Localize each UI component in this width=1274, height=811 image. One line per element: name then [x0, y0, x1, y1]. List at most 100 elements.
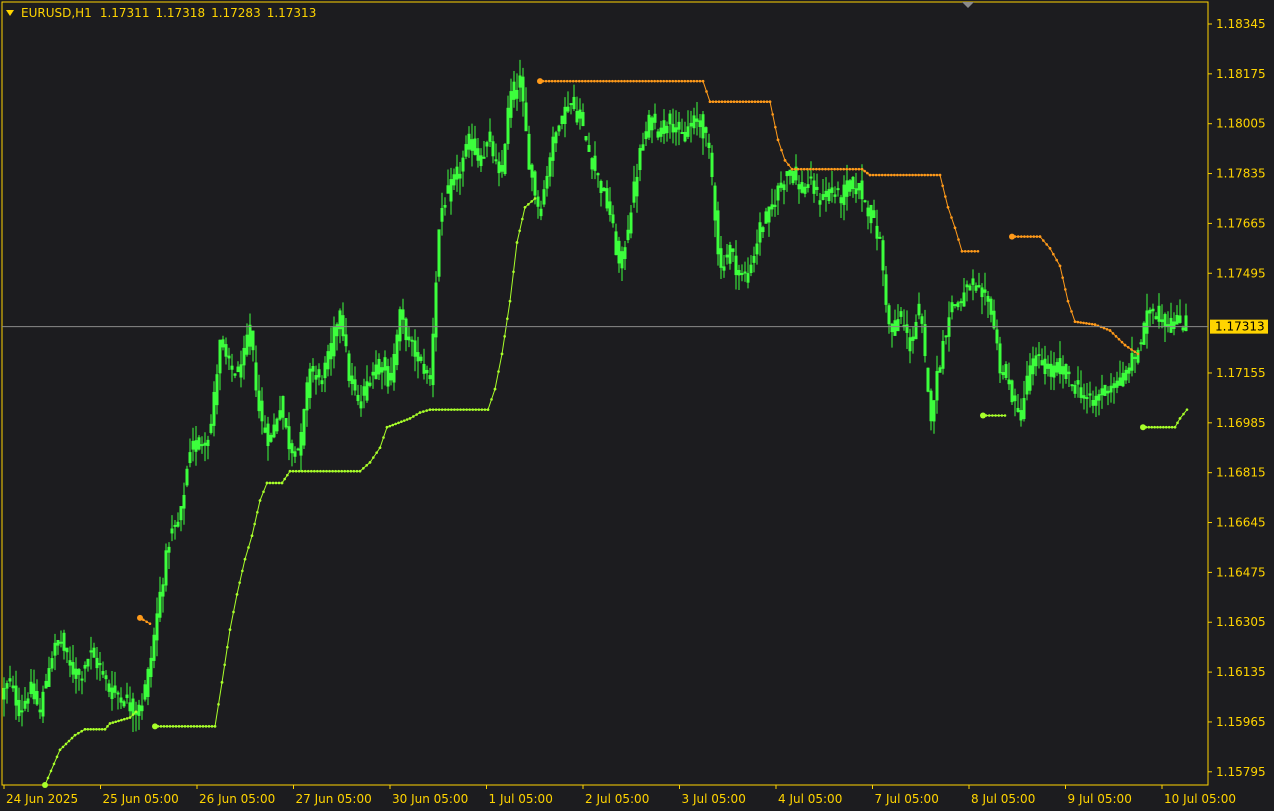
trailing-stop-up-dot: [303, 469, 307, 473]
trailing-stop-up-dot: [331, 469, 334, 473]
candle-body: [383, 357, 387, 371]
trailing-stop-up-dot: [358, 469, 362, 473]
trailing-stop-down-dot: [145, 620, 148, 624]
candle-body: [410, 339, 414, 342]
candle-body: [239, 364, 243, 378]
candle-body: [107, 683, 111, 692]
candle-body: [731, 248, 735, 252]
candle-body: [812, 180, 816, 194]
trailing-stop-down-dot: [1082, 321, 1085, 325]
trailing-stop-up-dot: [1159, 425, 1162, 429]
trailing-stop-up-dot: [382, 436, 385, 439]
trailing-stop-up-dot: [408, 417, 412, 420]
trailing-stop-up-dot: [247, 546, 250, 549]
trailing-stop-down-dot: [605, 79, 608, 83]
candle-body: [191, 440, 195, 450]
trailing-stop-up-dot: [83, 727, 87, 731]
chart-menu-triangle-icon[interactable]: [6, 10, 14, 16]
y-axis-tick-label: 1.16815: [1216, 466, 1266, 480]
candle-body: [587, 145, 591, 152]
candle-body: [92, 647, 96, 658]
candle-body: [1046, 363, 1050, 369]
trailing-stop-down-dot: [957, 238, 960, 241]
candle-body: [386, 366, 390, 387]
trailing-stop-up-dot: [256, 510, 259, 514]
candle-body: [1163, 314, 1167, 328]
candle-body: [482, 156, 486, 159]
trailing-stop-up-dot: [128, 716, 132, 719]
trailing-stop-down-dot: [1029, 235, 1032, 238]
candle-body: [83, 664, 87, 669]
trailing-stop-down-dot: [833, 167, 836, 171]
price-chart[interactable]: 1.18345 1.18175 1.18005 1.17835 1.17665 1.174…: [0, 0, 1274, 811]
trailing-stop-down-dot: [720, 100, 724, 104]
candle-body: [734, 255, 738, 276]
candle-body: [668, 113, 672, 125]
trailing-stop-up-dot: [89, 727, 93, 731]
trailing-stop-up-dot: [241, 569, 244, 573]
trailing-stop-up-dot: [402, 419, 406, 422]
trailing-stop-down-dot: [577, 79, 581, 83]
trailing-stop-down-start-marker: [537, 78, 543, 85]
trailing-stop-up-dot: [425, 409, 428, 412]
trailing-stop-down-dot: [824, 167, 827, 171]
trailing-stop-up-dot: [253, 522, 256, 526]
candle-body: [74, 668, 78, 679]
trailing-stop-down-dot: [1058, 264, 1062, 268]
trailing-stop-up-dot: [1003, 414, 1007, 417]
trailing-stop-down-dot: [963, 249, 967, 253]
trailing-stop-down-dot: [799, 167, 803, 171]
candle-body: [428, 375, 432, 380]
trailing-stop-up-dot: [431, 408, 435, 411]
trailing-stop-up-dot: [1173, 425, 1177, 429]
trailing-stop-down-dot: [653, 79, 657, 83]
trailing-stop-down-dot: [711, 100, 715, 104]
trailing-stop-down-dot: [1105, 327, 1109, 331]
trailing-stop-down-dot: [677, 79, 681, 83]
trailing-stop-up-dot: [52, 762, 56, 766]
candle-body: [254, 362, 258, 391]
trailing-stop-down-dot: [726, 100, 730, 104]
trailing-stop-down-dot: [1064, 288, 1067, 291]
candle-body: [494, 159, 498, 162]
x-axis-tick-label: 3 Jul 05:00: [682, 792, 746, 806]
trailing-stop-up-dot: [1150, 425, 1154, 429]
trailing-stop-down-dot: [656, 79, 660, 83]
trailing-stop-down-dot: [586, 79, 590, 83]
trailing-stop-up-dot: [987, 414, 991, 417]
candle-body: [266, 423, 270, 447]
current-price-label: 1.17313: [1215, 320, 1265, 334]
chart-window[interactable]: 1.18345 1.18175 1.18005 1.17835 1.17665 1.174…: [0, 0, 1274, 811]
trailing-stop-up-dot: [527, 203, 530, 206]
trailing-stop-up-dot: [497, 370, 500, 373]
candle-body: [878, 236, 882, 239]
candle-body: [59, 641, 63, 644]
trailing-stop-up-start-marker: [980, 412, 986, 419]
trailing-stop-down-dot: [762, 100, 766, 104]
trailing-stop-up-dot: [134, 710, 138, 713]
trailing-stop-up-dot: [388, 424, 392, 428]
candle-body: [263, 427, 267, 433]
candle-body: [125, 694, 129, 699]
candle-body: [491, 141, 495, 157]
trailing-stop-down-dot: [917, 173, 920, 177]
trailing-stop-down-dot: [632, 79, 635, 83]
trailing-stop-up-dot: [322, 469, 325, 473]
candle-body: [875, 225, 879, 239]
trailing-stop-down-dot: [1055, 258, 1058, 262]
trailing-stop-down-dot: [629, 79, 632, 83]
candle-body: [593, 155, 597, 171]
candle-body: [350, 375, 354, 385]
trailing-stop-down-dot: [902, 173, 905, 177]
trailing-stop-down-dot: [553, 79, 557, 83]
candle-body: [704, 127, 708, 133]
trailing-stop-down-dot: [808, 167, 812, 171]
trailing-stop-down-dot: [821, 167, 824, 171]
trailing-stop-down-dot: [698, 79, 702, 83]
trailing-stop-up-dot: [186, 725, 190, 728]
trailing-stop-down-start-marker: [1009, 233, 1015, 240]
trailing-stop-up-dot: [412, 415, 415, 418]
x-axis-tick-label: 8 Jul 05:00: [971, 792, 1035, 806]
trailing-stop-down-dot: [923, 173, 927, 177]
candle-body: [20, 710, 24, 713]
